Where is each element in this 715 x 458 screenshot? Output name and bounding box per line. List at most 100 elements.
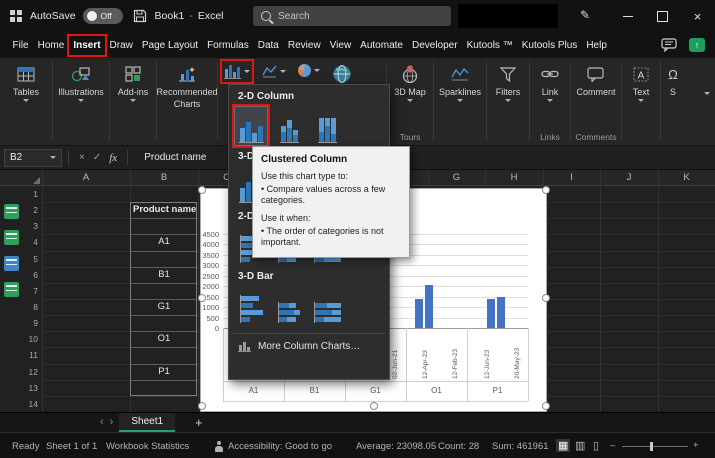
ribbon-tab-developer[interactable]: Developer bbox=[407, 35, 462, 56]
ribbon-tab-page-layout[interactable]: Page Layout bbox=[137, 35, 202, 56]
menu-item-3d-100-stacked-bar[interactable] bbox=[311, 287, 343, 325]
chart-selection-handle[interactable] bbox=[198, 402, 206, 410]
column-header-H[interactable]: H bbox=[485, 170, 543, 186]
kutools-pane-icon-1[interactable] bbox=[4, 204, 19, 219]
comment-button[interactable]: Comment bbox=[576, 61, 615, 97]
row-header-1[interactable]: 1 bbox=[22, 186, 38, 202]
cell-B2[interactable]: Product name bbox=[130, 202, 198, 218]
filters-button[interactable]: Filters bbox=[496, 61, 521, 102]
kutools-pane-icon-4[interactable] bbox=[4, 282, 19, 297]
row-header-10[interactable]: 10 bbox=[22, 331, 38, 347]
ribbon-tab-help[interactable]: Help bbox=[582, 35, 612, 56]
chart-selection-handle[interactable] bbox=[370, 402, 378, 410]
ribbon-more-chevron[interactable] bbox=[704, 92, 710, 95]
zoom-in-icon[interactable]: + bbox=[693, 440, 699, 451]
link-button[interactable]: Link bbox=[541, 61, 559, 102]
kutools-pane-icon-2[interactable] bbox=[4, 230, 19, 245]
menu-item-100-stacked-column[interactable] bbox=[311, 107, 343, 145]
cell-B8[interactable]: G1 bbox=[130, 299, 198, 315]
ribbon-tab-file[interactable]: File bbox=[8, 35, 33, 56]
row-header-8[interactable]: 8 bbox=[22, 299, 38, 315]
cell-B12[interactable]: P1 bbox=[130, 364, 198, 380]
addins-button[interactable]: Add-ins bbox=[118, 61, 149, 102]
row-header-4[interactable]: 4 bbox=[22, 234, 38, 250]
ribbon-tab-insert[interactable]: Insert bbox=[69, 35, 105, 56]
chart-selection-handle[interactable] bbox=[198, 294, 206, 302]
row-header-3[interactable]: 3 bbox=[22, 218, 38, 234]
column-header-I[interactable]: I bbox=[543, 170, 600, 186]
normal-view-icon[interactable]: ▦ bbox=[556, 439, 570, 452]
page-break-view-icon[interactable]: ▯ bbox=[593, 439, 599, 452]
zoom-slider-thumb[interactable] bbox=[650, 442, 653, 451]
ribbon-tab-view[interactable]: View bbox=[325, 35, 356, 56]
text-button[interactable]: A Text bbox=[633, 61, 650, 102]
menu-item-3d-stacked-bar[interactable] bbox=[273, 287, 305, 325]
ribbon-tab-kutools[interactable]: Kutools ™ bbox=[462, 35, 517, 56]
column-header-J[interactable]: J bbox=[600, 170, 658, 186]
insert-column-chart-button[interactable] bbox=[222, 62, 252, 81]
menu-item-3d-clustered-bar[interactable] bbox=[235, 287, 267, 325]
cell-B6[interactable]: B1 bbox=[130, 267, 198, 283]
name-box[interactable]: B2 bbox=[4, 149, 62, 167]
sheet-nav-left-icon[interactable]: ‹ bbox=[100, 417, 104, 428]
menu-item-stacked-column[interactable] bbox=[273, 107, 305, 145]
zoom-slider-track[interactable] bbox=[622, 446, 688, 447]
menu-item-clustered-column[interactable] bbox=[235, 107, 267, 145]
row-header-13[interactable]: 13 bbox=[22, 380, 38, 396]
tables-button[interactable]: Tables bbox=[13, 61, 39, 102]
ribbon-tab-data[interactable]: Data bbox=[253, 35, 283, 56]
row-header-9[interactable]: 9 bbox=[22, 315, 38, 331]
pen-icon[interactable]: ✎ bbox=[580, 8, 590, 22]
autosave-toggle[interactable]: Off bbox=[83, 8, 123, 24]
column-header-A[interactable]: A bbox=[42, 170, 130, 186]
sheet-nav-right-icon[interactable]: › bbox=[110, 417, 114, 428]
column-header-K[interactable]: K bbox=[658, 170, 715, 186]
add-sheet-icon[interactable]: + bbox=[195, 415, 203, 430]
share-icon[interactable]: ↑ bbox=[689, 38, 705, 52]
row-header-14[interactable]: 14 bbox=[22, 396, 38, 412]
ribbon-tab-formulas[interactable]: Formulas bbox=[203, 35, 254, 56]
chart-selection-handle[interactable] bbox=[542, 402, 550, 410]
zoom-out-icon[interactable]: – bbox=[610, 440, 615, 451]
column-header-B[interactable]: B bbox=[130, 170, 198, 186]
accessibility-status[interactable]: Accessibility: Good to go bbox=[228, 441, 332, 452]
cancel-icon[interactable]: × bbox=[79, 152, 85, 163]
chart-selection-handle[interactable] bbox=[198, 186, 206, 194]
app-launcher-icon[interactable] bbox=[10, 10, 22, 22]
insert-line-chart-button[interactable] bbox=[260, 62, 288, 80]
search-box[interactable]: Search bbox=[253, 6, 451, 26]
insert-maps-button[interactable] bbox=[330, 62, 354, 86]
select-all-corner[interactable] bbox=[22, 170, 42, 186]
close-button[interactable]: × bbox=[680, 0, 715, 32]
row-header-5[interactable]: 5 bbox=[22, 251, 38, 267]
row-header-2[interactable]: 2 bbox=[22, 202, 38, 218]
row-header-7[interactable]: 7 bbox=[22, 283, 38, 299]
row-header-12[interactable]: 12 bbox=[22, 364, 38, 380]
recommended-charts-button[interactable]: Recommended Charts bbox=[156, 61, 217, 109]
sparklines-button[interactable]: Sparklines bbox=[439, 61, 481, 102]
maximize-button[interactable] bbox=[645, 0, 680, 32]
symbols-button[interactable]: Ω S bbox=[668, 61, 678, 97]
cell-B10[interactable]: O1 bbox=[130, 331, 198, 347]
enter-icon[interactable]: ✓ bbox=[93, 152, 101, 163]
chart-selection-handle[interactable] bbox=[542, 186, 550, 194]
ribbon-tab-automate[interactable]: Automate bbox=[356, 35, 408, 56]
ribbon-tab-review[interactable]: Review bbox=[283, 35, 325, 56]
save-icon[interactable] bbox=[133, 9, 147, 23]
formula-content[interactable]: Product name bbox=[144, 152, 206, 163]
kutools-pane-icon-3[interactable] bbox=[4, 256, 19, 271]
chart-selection-handle[interactable] bbox=[542, 294, 550, 302]
minimize-button[interactable] bbox=[610, 0, 645, 32]
row-header-6[interactable]: 6 bbox=[22, 267, 38, 283]
insert-pie-chart-button[interactable] bbox=[296, 62, 322, 79]
workbook-statistics-button[interactable]: Workbook Statistics bbox=[106, 441, 189, 452]
column-header-G[interactable]: G bbox=[428, 170, 485, 186]
ribbon-tab-draw[interactable]: Draw bbox=[105, 35, 137, 56]
ribbon-tab-home[interactable]: Home bbox=[33, 35, 69, 56]
more-column-charts-item[interactable]: More Column Charts… bbox=[238, 341, 360, 352]
cell-B4[interactable]: A1 bbox=[130, 234, 198, 250]
page-layout-view-icon[interactable]: ▥ bbox=[575, 439, 585, 452]
ribbon-tab-kutools-plus[interactable]: Kutools Plus bbox=[517, 35, 582, 56]
comments-icon[interactable] bbox=[661, 38, 677, 52]
insert-function-icon[interactable]: fx bbox=[109, 152, 117, 164]
